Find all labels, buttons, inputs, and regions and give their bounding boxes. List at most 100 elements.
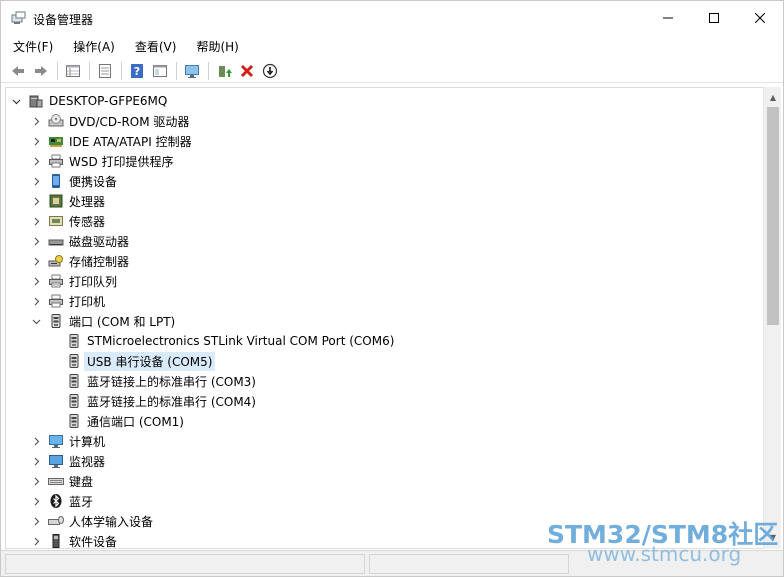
chevron-right-icon[interactable]	[30, 271, 42, 291]
status-cell	[5, 554, 365, 574]
port-icon	[66, 353, 82, 369]
tree-device-label: 蓝牙链接上的标准串行 (COM3)	[87, 374, 256, 389]
device-manager-window: 设备管理器 文件(F) 操作(A) 查看(V) 帮助(H) ? DESKTOP-…	[0, 0, 784, 577]
chevron-right-icon[interactable]	[30, 171, 42, 191]
tree-root[interactable]: DESKTOP-GFPE6MQ	[6, 91, 763, 111]
tree-category[interactable]: 磁盘驱动器	[6, 231, 763, 251]
tree-root-label: DESKTOP-GFPE6MQ	[49, 94, 168, 108]
minimize-button[interactable]	[645, 1, 691, 35]
tree-category-label: 人体学输入设备	[69, 514, 154, 529]
port-icon	[66, 393, 82, 409]
tree-device-label: 蓝牙链接上的标准串行 (COM4)	[87, 394, 256, 409]
tree-category-label: 存储控制器	[69, 254, 130, 269]
software-device-icon	[48, 533, 64, 548]
tree-device-label: USB 串行设备 (COM5)	[84, 351, 216, 371]
tree-category[interactable]: 存储控制器	[6, 251, 763, 271]
chevron-right-icon[interactable]	[30, 131, 42, 151]
chevron-right-icon[interactable]	[30, 431, 42, 451]
chevron-right-icon[interactable]	[30, 491, 42, 511]
menu-file[interactable]: 文件(F)	[7, 37, 59, 57]
scan-hardware-button[interactable]	[181, 60, 203, 82]
menu-action[interactable]: 操作(A)	[67, 37, 121, 57]
tree-device-item[interactable]: STMicroelectronics STLink Virtual COM Po…	[6, 331, 763, 351]
view-icon	[153, 64, 167, 77]
tree-category[interactable]: 蓝牙	[6, 491, 763, 511]
chevron-right-icon[interactable]	[30, 231, 42, 251]
forward-button[interactable]	[30, 60, 52, 82]
tree-device-item[interactable]: 蓝牙链接上的标准串行 (COM3)	[6, 371, 763, 391]
tree-category[interactable]: 端口 (COM 和 LPT)	[6, 311, 763, 331]
tree-category[interactable]: 监视器	[6, 451, 763, 471]
sensor-icon	[48, 213, 64, 229]
disable-icon	[262, 63, 278, 78]
close-button[interactable]	[737, 1, 783, 35]
properties-button[interactable]	[94, 60, 116, 82]
tree-device-item[interactable]: USB 串行设备 (COM5)	[6, 351, 763, 371]
tree-device-item[interactable]: 通信端口 (COM1)	[6, 411, 763, 431]
chevron-right-icon[interactable]	[30, 511, 42, 531]
tree-category[interactable]: 打印机	[6, 291, 763, 311]
monitor-icon	[48, 453, 64, 469]
help-icon: ?	[131, 63, 143, 78]
tree-category-label: 打印机	[69, 294, 106, 309]
tree-category-label: 键盘	[69, 474, 94, 489]
disable-button[interactable]	[259, 60, 281, 82]
chevron-right-icon[interactable]	[30, 191, 42, 211]
scrollbar-thumb[interactable]	[767, 107, 779, 325]
tree-category-label: 计算机	[69, 434, 106, 449]
tree-category[interactable]: 便携设备	[6, 171, 763, 191]
back-button[interactable]	[7, 60, 29, 82]
chevron-right-icon[interactable]	[30, 451, 42, 471]
chevron-right-icon[interactable]	[30, 111, 42, 131]
tree-device-item[interactable]: 蓝牙链接上的标准串行 (COM4)	[6, 391, 763, 411]
printer-icon	[48, 293, 64, 309]
tree-category[interactable]: WSD 打印提供程序	[6, 151, 763, 171]
maximize-button[interactable]	[691, 1, 737, 35]
title-bar: 设备管理器	[1, 1, 783, 35]
svg-text:?: ?	[134, 65, 140, 78]
uninstall-button[interactable]	[236, 60, 258, 82]
properties-page-icon	[99, 63, 111, 78]
tree-device-label: STMicroelectronics STLink Virtual COM Po…	[87, 334, 395, 348]
tree-category[interactable]: IDE ATA/ATAPI 控制器	[6, 131, 763, 151]
chevron-right-icon[interactable]	[30, 151, 42, 171]
view-button[interactable]	[149, 60, 171, 82]
tree-category[interactable]: 计算机	[6, 431, 763, 451]
printer-icon	[48, 153, 64, 169]
tree-category-label: 端口 (COM 和 LPT)	[69, 314, 176, 329]
tree-category-label: 蓝牙	[69, 494, 94, 509]
menu-help[interactable]: 帮助(H)	[190, 37, 244, 57]
help-button[interactable]: ?	[126, 60, 148, 82]
update-driver-button[interactable]	[213, 60, 235, 82]
tree-category-label: WSD 打印提供程序	[69, 154, 174, 169]
properties-grid-icon	[66, 64, 80, 77]
toolbar-separator	[208, 61, 209, 80]
device-manager-app-icon	[11, 10, 27, 26]
tree-category-label: 便携设备	[69, 174, 118, 189]
chevron-down-icon[interactable]	[10, 91, 22, 111]
device-tree[interactable]: DESKTOP-GFPE6MQ DVD/CD-ROM 驱动器 IDE ATA/AT…	[5, 87, 763, 549]
toolbar-separator	[89, 61, 90, 80]
tree-category[interactable]: 打印队列	[6, 271, 763, 291]
update-driver-icon	[219, 65, 232, 77]
watermark-url: www.stmcu.org	[587, 542, 742, 566]
show-hide-console-tree-button[interactable]	[62, 60, 84, 82]
chevron-right-icon[interactable]	[30, 251, 42, 271]
tree-category[interactable]: 处理器	[6, 191, 763, 211]
vertical-scrollbar[interactable]: ▲ ▼	[763, 87, 781, 549]
tree-category[interactable]: DVD/CD-ROM 驱动器	[6, 111, 763, 131]
tree-category-label: 监视器	[69, 454, 106, 469]
chevron-right-icon[interactable]	[30, 291, 42, 311]
chevron-right-icon[interactable]	[30, 211, 42, 231]
monitor-scan-icon	[185, 64, 199, 78]
scroll-up-arrow-icon[interactable]: ▲	[764, 89, 782, 106]
chevron-right-icon[interactable]	[30, 531, 42, 548]
tree-category-label: 处理器	[69, 194, 106, 209]
chevron-right-icon[interactable]	[30, 471, 42, 491]
chevron-down-icon[interactable]	[30, 311, 42, 331]
tree-category-label: 打印队列	[69, 274, 118, 289]
tree-category[interactable]: 键盘	[6, 471, 763, 491]
tree-category[interactable]: 传感器	[6, 211, 763, 231]
tree-category-label: 传感器	[69, 214, 106, 229]
menu-view[interactable]: 查看(V)	[129, 37, 183, 57]
